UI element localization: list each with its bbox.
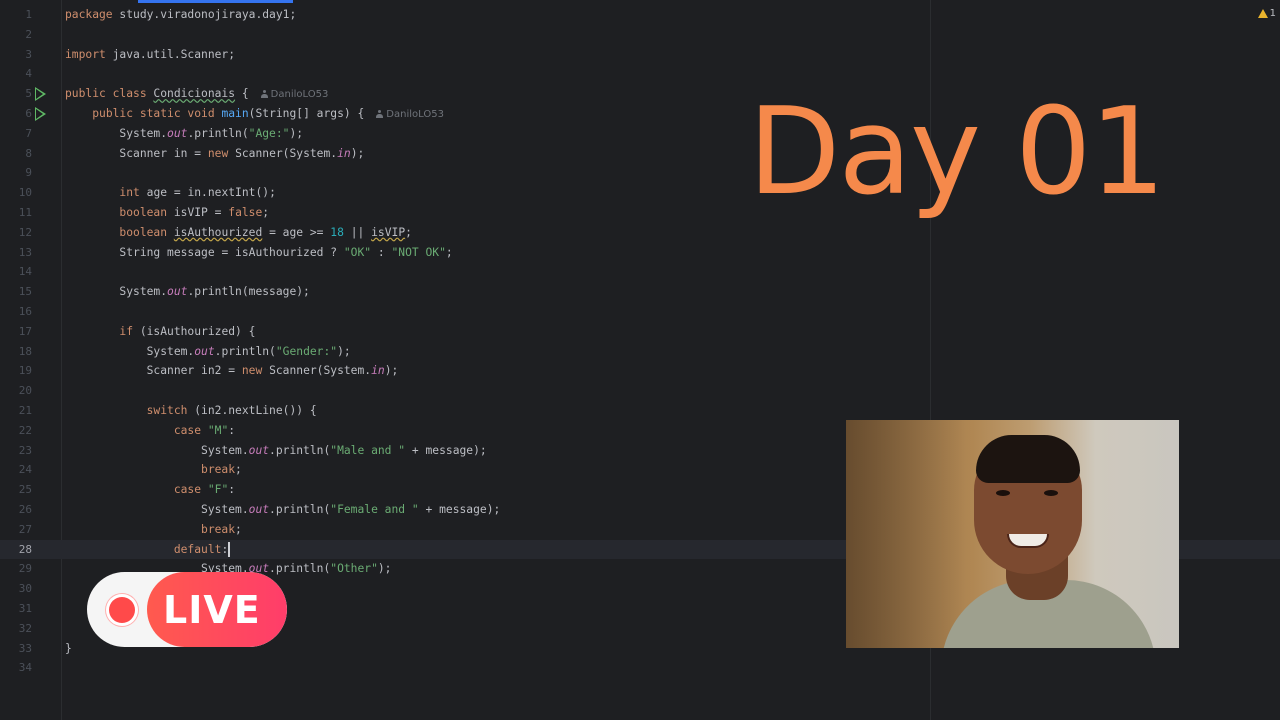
person-icon bbox=[376, 110, 384, 118]
code-text: default: bbox=[173, 542, 231, 558]
code-line[interactable]: 18 System.out.println("Gender:"); bbox=[0, 342, 1280, 362]
line-number[interactable]: 26 bbox=[0, 500, 32, 520]
code-author-hint[interactable]: DaniloLO53 bbox=[260, 89, 328, 100]
code-line[interactable]: 16 bbox=[0, 302, 1280, 322]
line-number[interactable]: 24 bbox=[0, 460, 32, 480]
line-number[interactable]: 23 bbox=[0, 441, 32, 461]
line-number[interactable]: 33 bbox=[0, 639, 32, 659]
code-text: public static void main(String[] args) {… bbox=[92, 107, 444, 120]
line-number[interactable]: 6 bbox=[0, 104, 32, 124]
code-line[interactable]: 3 import java.util.Scanner; bbox=[0, 45, 1280, 65]
code-text: boolean isAuthourized = age >= 18 || isV… bbox=[119, 225, 412, 239]
record-dot-icon bbox=[109, 596, 135, 623]
line-number[interactable]: 30 bbox=[0, 579, 32, 599]
line-number[interactable]: 17 bbox=[0, 322, 32, 342]
code-text: switch (in2.nextLine()) { bbox=[146, 404, 317, 417]
code-text: package study.viradonojiraya.day1; bbox=[65, 8, 297, 21]
code-line[interactable]: 1 package study.viradonojiraya.day1; bbox=[0, 5, 1280, 25]
line-number[interactable]: 31 bbox=[0, 599, 32, 619]
line-number[interactable]: 22 bbox=[0, 421, 32, 441]
line-number[interactable]: 9 bbox=[0, 163, 32, 183]
code-text: Scanner in = new Scanner(System.in); bbox=[119, 146, 365, 160]
live-badge: LIVE bbox=[87, 572, 287, 647]
code-text: System.out.println("Female and " + messa… bbox=[201, 503, 501, 516]
line-number[interactable]: 4 bbox=[0, 64, 32, 84]
code-text: if (isAuthourized) { bbox=[119, 324, 256, 338]
warning-count: 1 bbox=[1269, 8, 1276, 19]
code-author-hint[interactable]: DaniloLO53 bbox=[376, 109, 444, 120]
run-gutter-icon[interactable] bbox=[35, 87, 46, 102]
line-number[interactable]: 34 bbox=[0, 658, 32, 678]
line-number[interactable]: 5 bbox=[0, 84, 32, 104]
code-line[interactable]: 34 bbox=[0, 658, 1280, 678]
code-text: System.out.println("Age:"); bbox=[119, 126, 304, 140]
code-text: String message = isAuthourized ? "OK" : … bbox=[119, 245, 453, 259]
line-number[interactable]: 12 bbox=[0, 223, 32, 243]
day-title-overlay: Day 01 bbox=[748, 83, 1166, 222]
code-text: System.out.println("Male and " + message… bbox=[201, 443, 487, 457]
line-number[interactable]: 13 bbox=[0, 243, 32, 263]
code-line[interactable]: 14 bbox=[0, 262, 1280, 282]
code-text: public class Condicionais {DaniloLO53 bbox=[65, 87, 329, 101]
code-text: case "F": bbox=[173, 483, 236, 497]
code-line[interactable]: 15 System.out.println(message); bbox=[0, 282, 1280, 302]
code-text: Scanner in2 = new Scanner(System.in); bbox=[146, 364, 399, 378]
line-number[interactable]: 18 bbox=[0, 342, 32, 362]
code-text: } bbox=[65, 641, 72, 655]
line-number[interactable]: 20 bbox=[0, 381, 32, 401]
code-line[interactable]: 21 switch (in2.nextLine()) { bbox=[0, 401, 1280, 421]
line-number[interactable]: 10 bbox=[0, 183, 32, 203]
code-text: break; bbox=[201, 463, 242, 477]
line-number[interactable]: 28 bbox=[0, 540, 32, 560]
code-text: int age = in.nextInt(); bbox=[119, 186, 276, 200]
line-number[interactable]: 19 bbox=[0, 361, 32, 381]
code-text: System.out.println(message); bbox=[119, 285, 310, 299]
webcam-video-feed bbox=[846, 420, 1179, 648]
line-number[interactable]: 7 bbox=[0, 124, 32, 144]
line-number[interactable]: 1 bbox=[0, 5, 32, 25]
code-line[interactable]: 17 if (isAuthourized) { bbox=[0, 322, 1280, 342]
run-gutter-icon[interactable] bbox=[35, 107, 46, 121]
code-text: import java.util.Scanner; bbox=[65, 47, 236, 61]
line-number[interactable]: 21 bbox=[0, 401, 32, 421]
line-number[interactable]: 3 bbox=[0, 45, 32, 65]
line-number[interactable]: 32 bbox=[0, 619, 32, 639]
line-number[interactable]: 29 bbox=[0, 559, 32, 579]
code-line[interactable]: 20 bbox=[0, 381, 1280, 401]
line-number[interactable]: 27 bbox=[0, 520, 32, 540]
code-text: boolean isVIP = false; bbox=[119, 206, 270, 219]
line-number[interactable]: 8 bbox=[0, 144, 32, 164]
inspection-warnings-widget[interactable]: 1 bbox=[1257, 8, 1276, 19]
code-text: break; bbox=[201, 522, 242, 536]
active-tab-indicator bbox=[138, 0, 293, 3]
live-label: LIVE bbox=[163, 588, 261, 632]
line-number[interactable]: 25 bbox=[0, 480, 32, 500]
text-caret bbox=[228, 542, 231, 558]
warning-icon bbox=[1257, 9, 1268, 18]
code-line[interactable]: 2 bbox=[0, 25, 1280, 45]
person-icon bbox=[260, 90, 268, 99]
line-number[interactable]: 11 bbox=[0, 203, 32, 223]
line-number[interactable]: 15 bbox=[0, 282, 32, 302]
line-number[interactable]: 14 bbox=[0, 262, 32, 282]
code-text: System.out.println("Gender:"); bbox=[146, 344, 351, 358]
line-number[interactable]: 16 bbox=[0, 302, 32, 322]
code-text: case "M": bbox=[173, 423, 236, 437]
code-line[interactable]: 19 Scanner in2 = new Scanner(System.in); bbox=[0, 361, 1280, 381]
code-line[interactable]: 13 String message = isAuthourized ? "OK"… bbox=[0, 243, 1280, 263]
line-number[interactable]: 2 bbox=[0, 25, 32, 45]
